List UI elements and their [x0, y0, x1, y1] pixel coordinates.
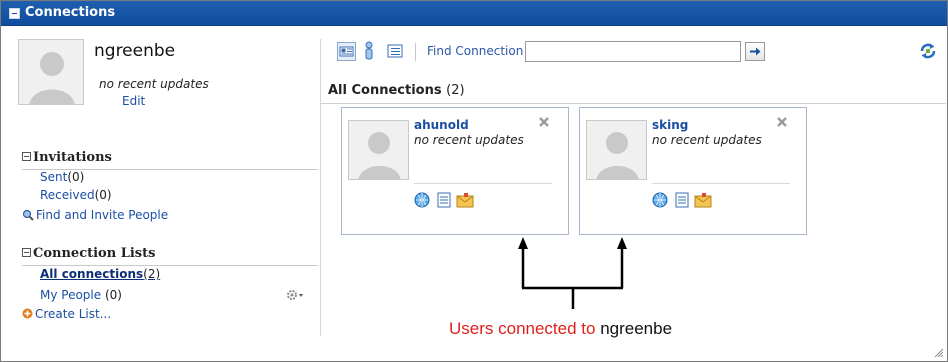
- avatar: [348, 120, 409, 180]
- avatar: [586, 120, 647, 180]
- toolbar-separator: [415, 43, 416, 61]
- create-list-link[interactable]: Create List...: [22, 307, 111, 321]
- panel-titlebar: Connections: [1, 1, 947, 26]
- refresh-icon: [920, 43, 936, 59]
- connection-card[interactable]: ahunold no recent updates: [341, 107, 569, 235]
- search-icon: [22, 209, 34, 221]
- connections-panel: Connections ngreenbe no recent updates E…: [0, 0, 948, 362]
- remove-connection-button[interactable]: [538, 116, 550, 128]
- avatar: [18, 39, 84, 105]
- list-view-icon: [387, 44, 403, 58]
- close-icon: [777, 117, 787, 127]
- profile-sidebar: ngreenbe no recent updates Edit Invitati…: [18, 39, 318, 339]
- document-icon[interactable]: [674, 192, 690, 208]
- close-icon: [539, 117, 549, 127]
- person-view-button[interactable]: [363, 41, 375, 61]
- profile-globe-icon[interactable]: [414, 192, 430, 208]
- go-arrow-icon: [750, 47, 761, 56]
- find-invite-people-link[interactable]: Find and Invite People: [22, 208, 168, 222]
- panel-title: Connections: [25, 5, 116, 20]
- resize-handle-icon[interactable]: [933, 347, 943, 357]
- column-divider: [320, 39, 321, 336]
- edit-profile-link[interactable]: Edit: [122, 94, 145, 108]
- sent-link[interactable]: Sent(0): [40, 170, 84, 184]
- add-icon: [22, 308, 33, 319]
- collapse-icon[interactable]: [22, 248, 31, 257]
- find-go-button[interactable]: [745, 42, 765, 61]
- annotation-caption: Users connected to ngreenbe: [449, 319, 673, 338]
- connection-name-link[interactable]: ahunold: [414, 118, 469, 132]
- card-divider: [414, 183, 552, 184]
- profile-status: no recent updates: [99, 77, 209, 91]
- message-icon[interactable]: [456, 192, 474, 208]
- remove-connection-button[interactable]: [776, 116, 788, 128]
- profile-globe-icon[interactable]: [652, 192, 668, 208]
- collapse-icon[interactable]: [22, 152, 31, 161]
- connection-card[interactable]: sking no recent updates: [579, 107, 807, 235]
- all-connections-heading: All Connections (2): [328, 83, 465, 98]
- connection-status: no recent updates: [652, 133, 762, 147]
- heading-divider: [321, 103, 946, 104]
- connection-lists-heading[interactable]: Connection Lists: [22, 246, 318, 266]
- connection-status: no recent updates: [414, 133, 524, 147]
- connection-name-link[interactable]: sking: [652, 118, 688, 132]
- collapse-icon[interactable]: [9, 8, 20, 19]
- all-connections-link[interactable]: All connections(2): [40, 267, 160, 281]
- refresh-button[interactable]: [918, 42, 938, 60]
- card-view-button[interactable]: [337, 42, 356, 61]
- annotation-arrows: [518, 237, 627, 309]
- profile-username: ngreenbe: [94, 41, 176, 61]
- gear-icon: [287, 290, 303, 300]
- card-divider: [652, 183, 790, 184]
- received-link[interactable]: Received(0): [40, 188, 112, 202]
- person-view-icon: [365, 41, 373, 60]
- message-icon[interactable]: [694, 192, 712, 208]
- find-connection-label: Find Connection: [427, 44, 524, 58]
- list-view-button[interactable]: [386, 42, 404, 60]
- find-connection-input[interactable]: [525, 41, 741, 62]
- document-icon[interactable]: [436, 192, 452, 208]
- my-people-link[interactable]: My People (0): [40, 288, 122, 302]
- card-view-icon: [339, 46, 354, 57]
- settings-menu[interactable]: [286, 289, 306, 301]
- invitations-heading[interactable]: Invitations: [22, 150, 318, 170]
